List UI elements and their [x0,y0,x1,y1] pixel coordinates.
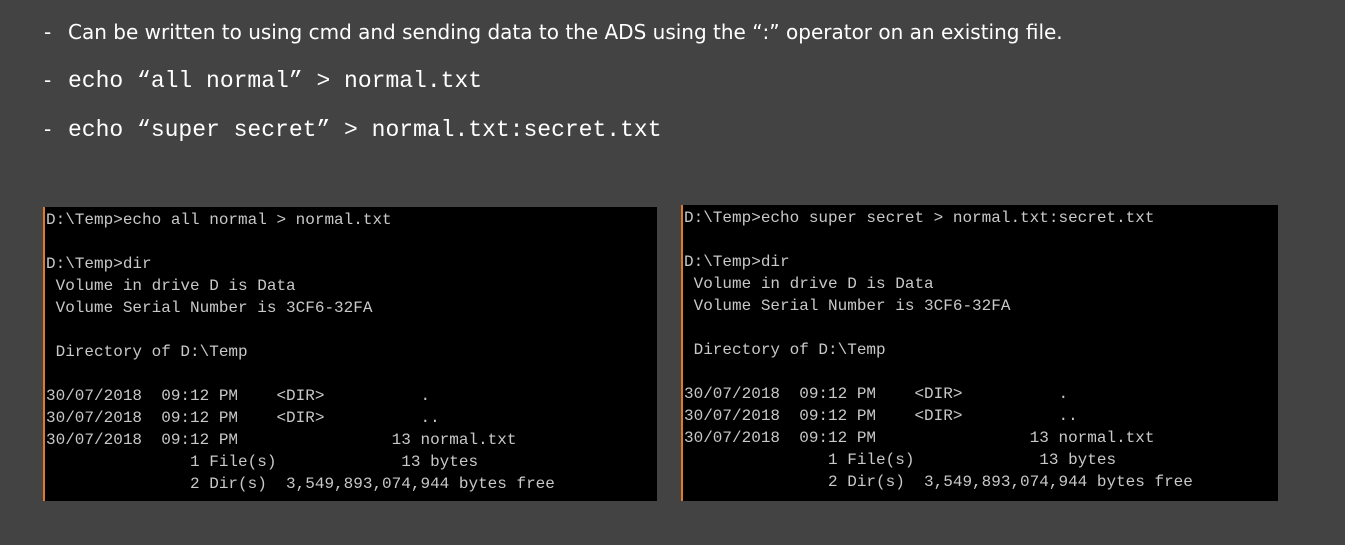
terminal-line: Directory of D:\Temp [684,341,886,359]
bullet-dash: - [44,20,52,44]
terminal-output: D:\Temp>echo super secret > normal.txt:s… [684,207,1278,493]
slide-bullets: - Can be written to using cmd and sending… [44,16,1334,154]
terminal-line: D:\Temp>dir [684,253,790,271]
bullet-echo-normal: - echo “all normal” > normal.txt [44,56,1334,105]
bullet-description: - Can be written to using cmd and sending… [44,16,1334,48]
terminal-line: 30/07/2018 09:12 PM 13 normal.txt [684,429,1155,447]
bullet-command: echo “super secret” > normal.txt:secret.… [68,117,662,143]
terminal-line: 30/07/2018 09:12 PM <DIR> .. [684,407,1078,425]
terminal-line: 2 Dir(s) 3,549,893,074,944 bytes free [46,475,555,493]
bullet-echo-secret: - echo “super secret” > normal.txt:secret… [44,105,1334,154]
terminal-line: D:\Temp>echo all normal > normal.txt [46,211,392,229]
terminal-line: Directory of D:\Temp [46,343,248,361]
terminal-line: D:\Temp>dir [46,255,152,273]
bullet-dash: - [44,68,52,92]
terminal-line: Volume in drive D is Data [684,275,934,293]
bullet-command: echo “all normal” > normal.txt [68,68,483,94]
terminal-line: Volume in drive D is Data [46,277,296,295]
bullet-text: Can be written to using cmd and sending … [68,20,1063,44]
terminal-line: Volume Serial Number is 3CF6-32FA [684,297,1011,315]
terminal-output: D:\Temp>echo all normal > normal.txt D:\… [46,209,657,495]
bullet-dash: - [44,117,52,141]
terminal-line: 30/07/2018 09:12 PM <DIR> . [46,387,431,405]
terminal-line: 30/07/2018 09:12 PM 13 normal.txt [46,431,517,449]
terminal-line: 1 File(s) 13 bytes [46,453,479,471]
terminal-line: 30/07/2018 09:12 PM <DIR> .. [46,409,440,427]
terminal-window-right: D:\Temp>echo super secret > normal.txt:s… [681,205,1278,501]
terminal-line: 30/07/2018 09:12 PM <DIR> . [684,385,1069,403]
terminal-line: D:\Temp>echo super secret > normal.txt:s… [684,209,1155,227]
terminal-line: Volume Serial Number is 3CF6-32FA [46,299,373,317]
terminal-line: 2 Dir(s) 3,549,893,074,944 bytes free [684,473,1193,491]
terminal-window-left: D:\Temp>echo all normal > normal.txt D:\… [43,207,657,501]
terminal-line: 1 File(s) 13 bytes [684,451,1117,469]
